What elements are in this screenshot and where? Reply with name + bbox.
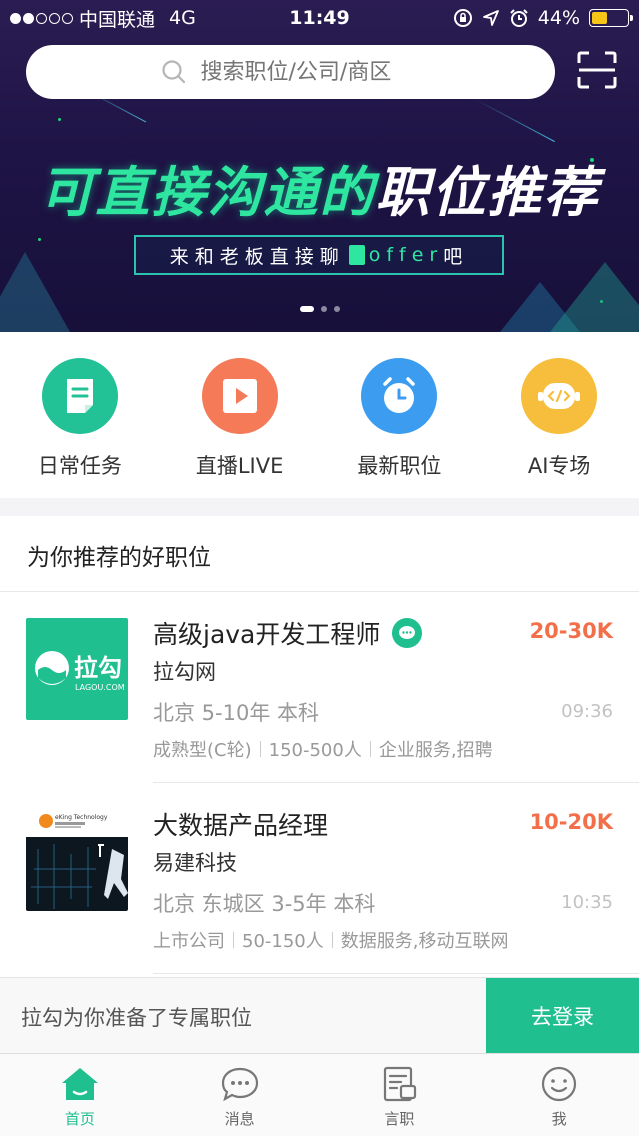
battery-percent: 44%: [537, 7, 580, 29]
scan-icon[interactable]: [576, 50, 618, 90]
banner-pager: [0, 306, 639, 312]
company-logo: eKing Technology: [26, 809, 128, 911]
company-name: 拉勾网: [153, 660, 216, 684]
banner-subtitle-end: 吧: [443, 245, 469, 268]
tab-home[interactable]: 首页: [0, 1054, 160, 1136]
logo-text: eKing Technology: [55, 814, 108, 821]
search-bar[interactable]: [26, 45, 555, 99]
login-button[interactable]: 去登录: [486, 978, 639, 1054]
job-list-item[interactable]: eKing Technology 大数据产品经理 10-20K 易建科技 北京 …: [0, 784, 639, 974]
quick-entry-icon-bg: [521, 358, 598, 434]
divider: [0, 591, 639, 592]
job-title-row: 高级java开发工程师: [153, 615, 423, 651]
pager-dot-active: [299, 306, 314, 312]
quick-entry-icon-bg: [201, 358, 278, 434]
robot-icon: [538, 383, 581, 409]
quick-entry-daily-tasks[interactable]: 日常任务: [0, 332, 160, 498]
banner-title-main: 职位推荐: [375, 161, 600, 224]
quick-entry-label: 最新职位: [357, 454, 442, 478]
tab-label: 言职: [384, 1110, 415, 1128]
company-logo: 拉勾 LAGOU.COM: [26, 618, 128, 720]
post-time: 10:35: [561, 892, 613, 913]
job-meta: 北京 5-10年 本科: [153, 701, 320, 725]
pager-dot: [320, 306, 327, 312]
banner-subtitle-offer: offer: [368, 244, 444, 266]
tab-label: 我: [551, 1110, 567, 1128]
decor-star: [58, 118, 61, 121]
quick-entry-label: 直播LIVE: [195, 454, 284, 478]
company-field: 数据服务,移动互联网: [340, 931, 509, 952]
quick-entry-live[interactable]: 直播LIVE: [160, 332, 320, 498]
company-size: 50-150人: [242, 931, 324, 952]
eking-logo: eKing Technology: [26, 814, 128, 911]
tab-discover[interactable]: 言职: [320, 1054, 480, 1136]
home-icon: [61, 1068, 98, 1100]
quick-entry-latest-jobs[interactable]: 最新职位: [320, 332, 480, 498]
document-icon: [348, 245, 365, 265]
decor-star: [38, 238, 41, 241]
job-title-row: 大数据产品经理: [153, 806, 328, 842]
divider: [153, 973, 639, 974]
job-list-item[interactable]: 拉勾 LAGOU.COM 高级java开发工程师 20-30K 拉勾网 北京 5…: [0, 593, 639, 783]
logo-text: 拉勾: [74, 654, 122, 682]
lagou-logo: 拉勾 LAGOU.COM: [35, 651, 125, 692]
job-title: 大数据产品经理: [153, 811, 329, 840]
bottom-tab-bar: 首页 消息 言职 我: [0, 1053, 639, 1136]
salary: 10-20K: [529, 810, 613, 834]
tab-messages[interactable]: 消息: [160, 1054, 320, 1136]
decor-streak: [475, 98, 555, 143]
company-field: 企业服务,招聘: [378, 740, 493, 761]
company-name: 易建科技: [153, 851, 237, 875]
location-arrow-icon: [482, 10, 499, 26]
smiley-icon: [542, 1066, 577, 1102]
salary: 20-30K: [529, 619, 613, 643]
tab-profile[interactable]: 我: [479, 1054, 639, 1136]
divider: [153, 782, 639, 783]
tab-label: 消息: [224, 1110, 255, 1128]
status-bar: 中国联通 4G 11:49 44%: [0, 0, 639, 36]
signal-strength-icon: [10, 12, 73, 24]
banner-subtitle-text: 来和老板直接聊: [169, 245, 345, 268]
company-stage: 成熟型(C轮): [153, 740, 252, 761]
message-icon: [221, 1067, 258, 1102]
pager-dot: [333, 306, 340, 312]
banner-subtitle: 来和老板直接聊 offer 吧: [134, 235, 504, 275]
network-type: 4G: [169, 7, 196, 29]
company-tags: 上市公司 50-150人 数据服务,移动互联网: [153, 927, 509, 953]
quick-entry-label: AI专场: [527, 454, 591, 478]
play-icon: [222, 379, 257, 413]
battery-level: [592, 12, 607, 24]
alarm-icon: [510, 9, 528, 27]
post-time: 09:36: [561, 701, 613, 722]
banner-title-highlight: 可直接沟通的: [39, 161, 376, 224]
battery-icon: [589, 9, 633, 27]
task-icon: [66, 379, 93, 413]
login-prompt-bar: 拉勾为你准备了专属职位 去登录: [0, 977, 639, 1054]
search-icon: [161, 60, 185, 84]
login-prompt-text: 拉勾为你准备了专属职位: [21, 1006, 252, 1030]
quick-entry-icon-bg: [41, 358, 118, 434]
company-stage: 上市公司: [153, 931, 225, 952]
rotation-lock-icon: [453, 9, 472, 27]
company-tags: 成熟型(C轮) 150-500人 企业服务,招聘: [153, 736, 493, 762]
quick-entry-row: 日常任务 直播LIVE 最新职位 AI专场: [0, 332, 639, 498]
decor-mountain: [550, 262, 639, 332]
section-title: 为你推荐的好职位: [27, 545, 211, 571]
quick-entry-ai[interactable]: AI专场: [479, 332, 639, 498]
decor-mountain: [0, 252, 70, 332]
company-size: 150-500人: [268, 740, 362, 761]
job-title: 高级java开发工程师: [153, 620, 381, 649]
search-input[interactable]: [200, 59, 421, 85]
quick-entry-icon-bg: [361, 358, 438, 434]
banner-title: 可直接沟通的职位推荐: [0, 148, 639, 227]
document-icon: [384, 1066, 417, 1102]
recommended-jobs-card: 为你推荐的好职位 拉勾 LAGOU.COM 高级java开发工程师 20-30K…: [0, 516, 639, 1056]
logo-subtext: LAGOU.COM: [75, 683, 125, 692]
chat-bubble-icon: [392, 618, 423, 648]
carrier-name: 中国联通: [79, 8, 156, 31]
job-meta: 北京 东城区 3-5年 本科: [153, 892, 376, 916]
tab-label: 首页: [64, 1110, 95, 1128]
clock-icon: [383, 377, 416, 413]
quick-entry-label: 日常任务: [37, 454, 122, 478]
